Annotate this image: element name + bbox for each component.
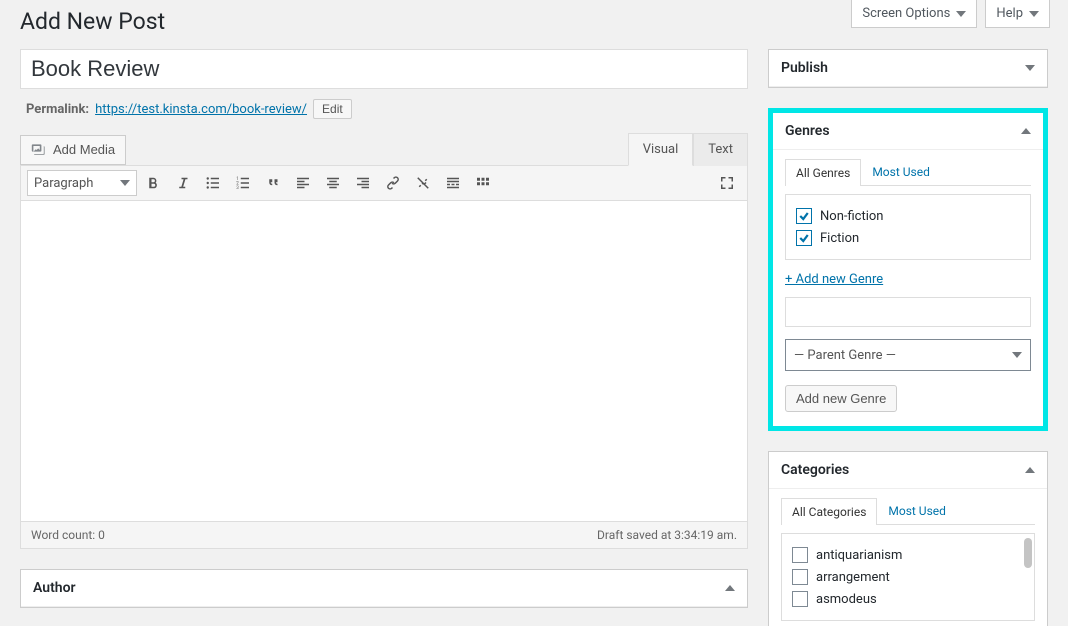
bold-button[interactable]: [139, 170, 167, 196]
parent-genre-select[interactable]: — Parent Genre —: [785, 339, 1031, 371]
permalink-label: Permalink:: [26, 102, 89, 117]
scrollbar[interactable]: [1024, 538, 1032, 568]
author-metabox: Author: [20, 569, 748, 608]
genres-metabox: Genres All Genres Most Used Non-fiction: [773, 113, 1043, 426]
category-item-label: asmodeus: [816, 592, 877, 607]
draft-saved-status: Draft saved at 3:34:19 am.: [597, 528, 737, 542]
editor: Paragraph 123: [20, 165, 748, 549]
chevron-up-icon: [1021, 128, 1031, 134]
align-left-button[interactable]: [289, 170, 317, 196]
category-item-label: arrangement: [816, 570, 890, 585]
permalink-edit-button[interactable]: Edit: [313, 99, 352, 119]
word-count: Word count: 0: [31, 528, 105, 542]
chevron-down-icon: [1012, 352, 1022, 358]
genres-highlight: Genres All Genres Most Used Non-fiction: [768, 108, 1048, 431]
checkbox-icon: [792, 591, 808, 607]
category-item[interactable]: asmodeus: [792, 588, 1024, 610]
genre-item[interactable]: Non-fiction: [796, 205, 1020, 227]
chevron-down-icon: [120, 180, 130, 186]
chevron-down-icon: [1025, 65, 1035, 71]
add-genre-link[interactable]: + Add new Genre: [785, 272, 883, 287]
toolbar-toggle-button[interactable]: [469, 170, 497, 196]
checkbox-checked-icon: [796, 230, 812, 246]
post-title-input[interactable]: [20, 49, 748, 89]
readmore-button[interactable]: [439, 170, 467, 196]
editor-canvas[interactable]: [21, 201, 747, 521]
categories-tab-used[interactable]: Most Used: [877, 497, 957, 524]
screen-options-button[interactable]: Screen Options: [851, 0, 977, 28]
format-select-value: Paragraph: [34, 176, 93, 191]
checkbox-icon: [792, 547, 808, 563]
italic-button[interactable]: [169, 170, 197, 196]
blockquote-button[interactable]: [259, 170, 287, 196]
genre-item-label: Fiction: [820, 231, 859, 246]
categories-checklist[interactable]: antiquarianism arrangement asmodeus: [781, 533, 1035, 621]
genres-heading: Genres: [785, 123, 830, 139]
add-media-label: Add Media: [53, 142, 115, 157]
categories-tab-all[interactable]: All Categories: [781, 498, 877, 525]
svg-text:3: 3: [236, 185, 239, 191]
add-genre-button[interactable]: Add new Genre: [785, 385, 897, 412]
checkbox-icon: [792, 569, 808, 585]
author-metabox-toggle[interactable]: Author: [21, 570, 747, 607]
align-center-button[interactable]: [319, 170, 347, 196]
parent-genre-value: — Parent Genre —: [794, 348, 896, 363]
chevron-up-icon: [725, 585, 735, 591]
chevron-up-icon: [1025, 467, 1035, 473]
checkbox-checked-icon: [796, 208, 812, 224]
screen-options-label: Screen Options: [862, 6, 950, 21]
author-heading: Author: [33, 580, 76, 596]
number-list-button[interactable]: 123: [229, 170, 257, 196]
new-genre-input[interactable]: [785, 297, 1031, 327]
publish-heading: Publish: [781, 60, 828, 76]
editor-tab-text[interactable]: Text: [693, 133, 748, 166]
genre-item-label: Non-fiction: [820, 209, 883, 224]
genre-item[interactable]: Fiction: [796, 227, 1020, 249]
categories-metabox: Categories All Categories Most Used anti…: [768, 451, 1048, 626]
categories-metabox-toggle[interactable]: Categories: [769, 452, 1047, 489]
permalink-url[interactable]: https://test.kinsta.com/book-review/: [95, 102, 307, 117]
genres-checklist: Non-fiction Fiction: [785, 194, 1031, 260]
editor-tab-visual[interactable]: Visual: [628, 133, 694, 166]
unlink-button[interactable]: [409, 170, 437, 196]
help-button[interactable]: Help: [985, 0, 1050, 28]
format-select[interactable]: Paragraph: [27, 170, 137, 196]
publish-metabox: Publish: [768, 49, 1048, 88]
media-icon: [31, 142, 47, 158]
genres-tab-used[interactable]: Most Used: [861, 158, 941, 185]
help-label: Help: [996, 6, 1023, 21]
chevron-down-icon: [1029, 11, 1039, 17]
link-button[interactable]: [379, 170, 407, 196]
align-right-button[interactable]: [349, 170, 377, 196]
chevron-down-icon: [956, 11, 966, 17]
add-media-button[interactable]: Add Media: [20, 135, 126, 165]
category-item[interactable]: arrangement: [792, 566, 1024, 588]
category-item[interactable]: antiquarianism: [792, 544, 1024, 566]
category-item-label: antiquarianism: [816, 548, 902, 563]
categories-heading: Categories: [781, 462, 849, 478]
bullet-list-button[interactable]: [199, 170, 227, 196]
genres-tab-all[interactable]: All Genres: [785, 159, 861, 186]
genres-metabox-toggle[interactable]: Genres: [773, 113, 1043, 150]
publish-metabox-toggle[interactable]: Publish: [769, 50, 1047, 87]
fullscreen-button[interactable]: [713, 170, 741, 196]
